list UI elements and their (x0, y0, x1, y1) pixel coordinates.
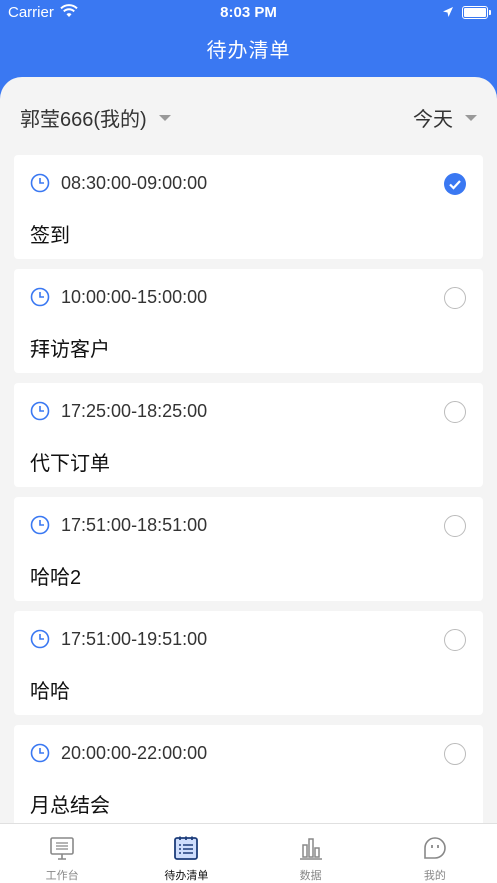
profile-face-icon (421, 834, 449, 862)
task-time-range: 10:00:00-15:00:00 (61, 287, 208, 307)
battery-icon (462, 6, 491, 19)
task-time-range: 20:00:00-22:00:00 (61, 743, 208, 763)
clock-icon (30, 629, 50, 649)
task-time-range: 08:30:00-09:00:00 (61, 173, 208, 193)
task-card[interactable]: 17:51:00-19:51:00 哈哈 (14, 611, 483, 715)
page-title: 待办清单 (206, 40, 291, 62)
clock-icon (30, 287, 50, 307)
unchecked-circle-icon[interactable] (444, 287, 466, 309)
task-title: 拜访客户 (30, 339, 110, 361)
tab-label: 工作台 (45, 870, 79, 882)
workbench-icon (48, 834, 76, 862)
unchecked-circle-icon[interactable] (444, 401, 466, 423)
unchecked-circle-icon[interactable] (444, 629, 466, 651)
location-arrow-icon (442, 5, 454, 22)
todo-list-icon (172, 834, 200, 862)
tab-label: 数据 (299, 870, 322, 882)
task-time-range: 17:51:00-18:51:00 (61, 515, 208, 535)
task-card[interactable]: 17:25:00-18:25:00 代下订单 (14, 383, 483, 487)
person-filter-label: 郭莹666(我的) (20, 109, 147, 131)
tab-label: 我的 (423, 870, 446, 882)
tab-profile[interactable]: 我的 (373, 824, 497, 883)
clock-icon (30, 173, 50, 193)
date-filter-label: 今天 (413, 109, 453, 131)
filter-bar: 郭莹666(我的) 今天 (0, 77, 497, 155)
tab-bar: 工作台 待办清单 数据 我的 (0, 823, 497, 883)
clock-icon (30, 515, 50, 535)
person-filter-dropdown[interactable]: 郭莹666(我的) (20, 103, 171, 132)
clock-time: 8:03 PM (220, 4, 277, 21)
task-title: 哈哈2 (30, 567, 82, 589)
caret-down-icon (465, 114, 477, 121)
clock-icon (30, 743, 50, 763)
task-time-range: 17:25:00-18:25:00 (61, 401, 208, 421)
task-card[interactable]: 10:00:00-15:00:00 拜访客户 (14, 269, 483, 373)
tab-workbench[interactable]: 工作台 (0, 824, 124, 883)
task-card[interactable]: 20:00:00-22:00:00 月总结会 (14, 725, 483, 829)
date-filter-dropdown[interactable]: 今天 (413, 103, 477, 132)
task-card[interactable]: 17:51:00-18:51:00 哈哈2 (14, 497, 483, 601)
task-title: 哈哈 (30, 681, 70, 703)
task-card[interactable]: 08:30:00-09:00:00 签到 (14, 155, 483, 259)
bar-chart-icon (297, 834, 325, 862)
content-sheet: 郭莹666(我的) 今天 08:30:00-09:00:00 签到 10:00:… (0, 77, 497, 883)
clock-icon (30, 401, 50, 421)
unchecked-circle-icon[interactable] (444, 515, 466, 537)
caret-down-icon (158, 114, 171, 121)
task-title: 签到 (30, 225, 70, 247)
task-time-range: 17:51:00-19:51:00 (61, 629, 208, 649)
task-list: 08:30:00-09:00:00 签到 10:00:00-15:00:00 拜… (14, 155, 483, 839)
status-bar: Carrier 8:03 PM (0, 0, 497, 26)
task-title: 月总结会 (30, 795, 110, 817)
task-title: 代下订单 (30, 453, 110, 475)
tab-data[interactable]: 数据 (249, 824, 373, 883)
tab-todo-list[interactable]: 待办清单 (124, 824, 248, 883)
tab-label: 待办清单 (164, 870, 209, 882)
unchecked-circle-icon[interactable] (444, 743, 466, 765)
checked-circle-icon[interactable] (444, 173, 466, 195)
